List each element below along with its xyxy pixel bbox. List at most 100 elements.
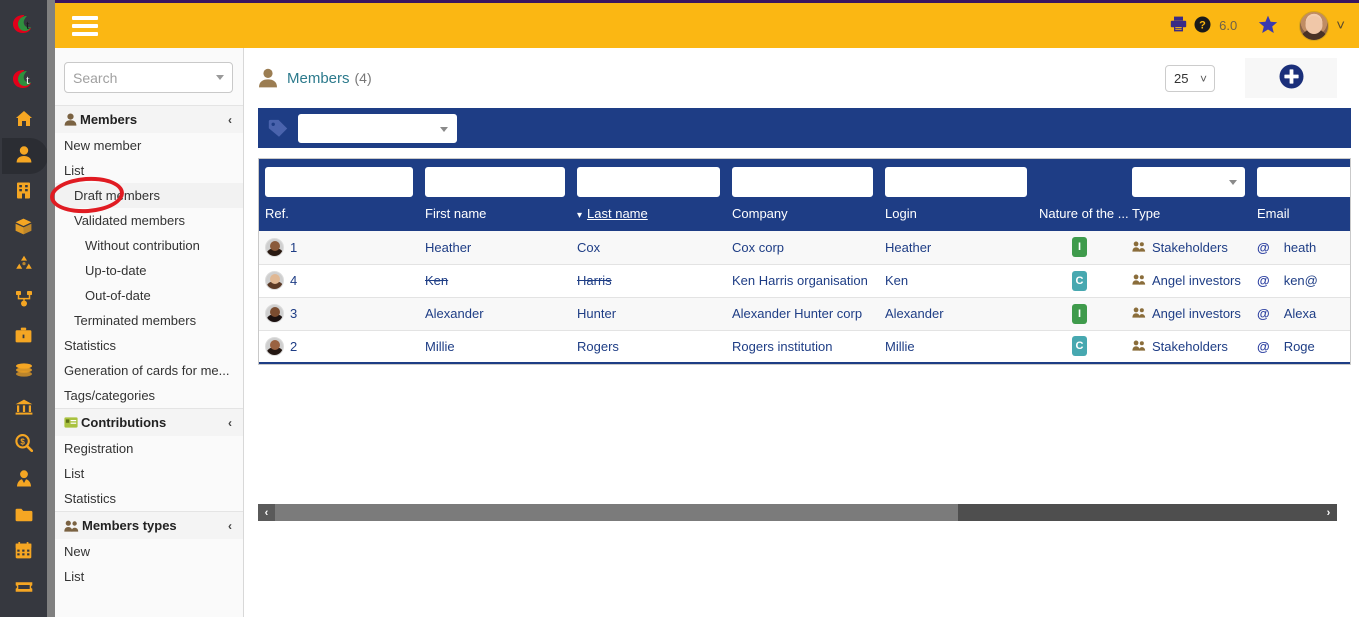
filter-input-email[interactable]	[1257, 167, 1350, 197]
filter-input-login[interactable]	[885, 167, 1027, 197]
panel-splitter[interactable]	[47, 48, 55, 617]
scrollbar-thumb[interactable]	[275, 504, 958, 521]
column-header-type[interactable]: Type	[1126, 197, 1251, 231]
chevron-left-icon[interactable]: ‹	[228, 519, 232, 533]
column-header-login[interactable]: Login	[879, 197, 1033, 231]
scroll-left-arrow[interactable]: ‹	[258, 504, 275, 521]
sidebar-item-list[interactable]: List	[55, 158, 243, 183]
rows-per-page-select[interactable]: 25 ˅	[1165, 64, 1215, 92]
scrollbar-track[interactable]	[958, 504, 1320, 521]
sidebar-item-label: List	[64, 569, 85, 584]
sidebar-item-list[interactable]: List	[55, 461, 243, 486]
printer-icon[interactable]	[1170, 16, 1187, 35]
sort-desc-icon: ▾	[577, 210, 583, 221]
sidebar-item-tags-categories[interactable]: Tags/categories	[55, 383, 243, 408]
column-header-firstname[interactable]: First name	[419, 197, 571, 231]
hamburger-icon[interactable]	[72, 15, 98, 36]
avatar[interactable]	[1299, 10, 1330, 41]
filter-input-lastname[interactable]	[577, 167, 720, 197]
user-tie-icon	[16, 470, 32, 490]
question-circle-icon[interactable]: ?	[1194, 16, 1211, 36]
page-title[interactable]: Members	[287, 70, 350, 87]
sidebar-item-up-to-date[interactable]: Up-to-date	[55, 258, 243, 283]
sidebar-item-new-member[interactable]: New member	[55, 133, 243, 158]
rail-item-logo-secondary[interactable]: t	[0, 58, 47, 102]
rail-item-expense-report[interactable]: $	[0, 426, 47, 462]
sidebar-item-draft-members[interactable]: Draft members	[55, 183, 243, 208]
app-logo[interactable]: t	[0, 0, 47, 48]
filter-select-type[interactable]	[1132, 167, 1245, 197]
sidebar-item-terminated-members[interactable]: Terminated members	[55, 308, 243, 333]
rail-item-ticket[interactable]	[0, 570, 47, 606]
sidebar-group-header-2[interactable]: Members types ‹	[55, 512, 243, 539]
chevron-down-icon[interactable]: ˅	[1336, 17, 1345, 34]
sidebar: Members ‹ New member List Draft members Valid…	[55, 48, 244, 617]
rail-item-home[interactable]	[0, 102, 47, 138]
rail-item-hrm[interactable]	[0, 462, 47, 498]
table-label-row: Ref. First name ▾ Last name Company Login Natu…	[259, 197, 1350, 231]
sidebar-item-new[interactable]: New	[55, 539, 243, 564]
rail-item-billing[interactable]	[0, 354, 47, 390]
table-row[interactable]: 3 Alexander Hunter Alexander Hunter corp Ale…	[259, 297, 1350, 331]
table-row[interactable]: 2 Millie Rogers Rogers institution Millie C St…	[259, 330, 1350, 364]
sidebar-group-title: Members types	[82, 518, 177, 533]
filter-cell-lastname	[571, 159, 726, 197]
column-header-nature[interactable]: Nature of the ...	[1033, 197, 1129, 231]
filter-input-company[interactable]	[732, 167, 873, 197]
horizontal-scrollbar[interactable]: ‹ ›	[258, 504, 1337, 521]
cell-email: @ ken@	[1251, 264, 1350, 298]
caret-down-icon[interactable]	[216, 75, 224, 80]
chevron-left-icon[interactable]: ‹	[228, 416, 232, 430]
cell-company-value: Alexander Hunter corp	[732, 306, 863, 321]
sidebar-item-statistics[interactable]: Statistics	[55, 333, 243, 358]
rail-item-documents[interactable]	[0, 498, 47, 534]
sidebar-item-registration[interactable]: Registration	[55, 436, 243, 461]
filter-input-ref[interactable]	[265, 167, 413, 197]
cell-lastname-value: Rogers	[577, 338, 619, 354]
table-row[interactable]: 4 Ken Harris Ken Harris organisation Ken C Ang…	[259, 264, 1350, 298]
svg-text:?: ?	[1199, 19, 1206, 31]
rail-item-commercial[interactable]	[0, 318, 47, 354]
filter-input-firstname[interactable]	[425, 167, 565, 197]
rail-item-members[interactable]	[0, 138, 48, 174]
chevron-left-icon[interactable]: ‹	[228, 113, 232, 127]
sidebar-item-without-contribution[interactable]: Without contribution	[55, 233, 243, 258]
add-member-button[interactable]	[1245, 58, 1337, 98]
cell-firstname-value: Heather	[425, 239, 472, 255]
version-label: 6.0	[1219, 18, 1238, 33]
scroll-right-arrow[interactable]: ›	[1320, 504, 1337, 521]
cell-firstname-value: Millie	[425, 338, 455, 354]
cell-company-value: Ken Harris organisation	[732, 273, 868, 288]
money-stack-icon	[15, 363, 33, 381]
cell-login: Millie	[879, 330, 1033, 364]
sidebar-item-statistics[interactable]: Statistics	[55, 486, 243, 511]
filter-cell-firstname	[419, 159, 571, 197]
table-row[interactable]: 1 Heather Cox Cox corp Heather I Stakeholders @…	[259, 231, 1350, 265]
rail-item-accounting[interactable]	[0, 390, 47, 426]
tag-select[interactable]	[298, 113, 457, 143]
search-input[interactable]	[65, 63, 213, 92]
user-icon	[16, 146, 32, 166]
man-beard-avatar	[265, 271, 284, 290]
column-header-ref[interactable]: Ref.	[259, 197, 419, 231]
sidebar-group-header-1[interactable]: Contributions ‹	[55, 409, 243, 436]
rail-item-mrp[interactable]	[0, 246, 47, 282]
sidebar-item-list[interactable]: List	[55, 564, 243, 589]
sidebar-group-title: Members	[80, 112, 138, 127]
rail-item-projects[interactable]	[0, 282, 47, 318]
column-header-company[interactable]: Company	[726, 197, 879, 231]
sidebar-item-out-of-date[interactable]: Out-of-date	[55, 283, 243, 308]
filter-cell-email	[1251, 159, 1350, 197]
column-header-lastname[interactable]: ▾ Last name	[571, 197, 726, 231]
rail-item-products[interactable]	[0, 210, 47, 246]
at-icon: @	[1257, 239, 1270, 255]
sidebar-item-generation-of-cards-for-me[interactable]: Generation of cards for me...	[55, 358, 243, 383]
sidebar-group-header-0[interactable]: Members ‹	[55, 106, 243, 133]
sidebar-item-validated-members[interactable]: Validated members	[55, 208, 243, 233]
star-icon[interactable]	[1258, 15, 1278, 37]
user-icon	[64, 113, 77, 126]
column-header-email[interactable]: Email	[1251, 197, 1350, 231]
rail-item-third-parties[interactable]	[0, 174, 47, 210]
search-box[interactable]	[64, 62, 233, 93]
rail-item-agenda[interactable]	[0, 534, 47, 570]
